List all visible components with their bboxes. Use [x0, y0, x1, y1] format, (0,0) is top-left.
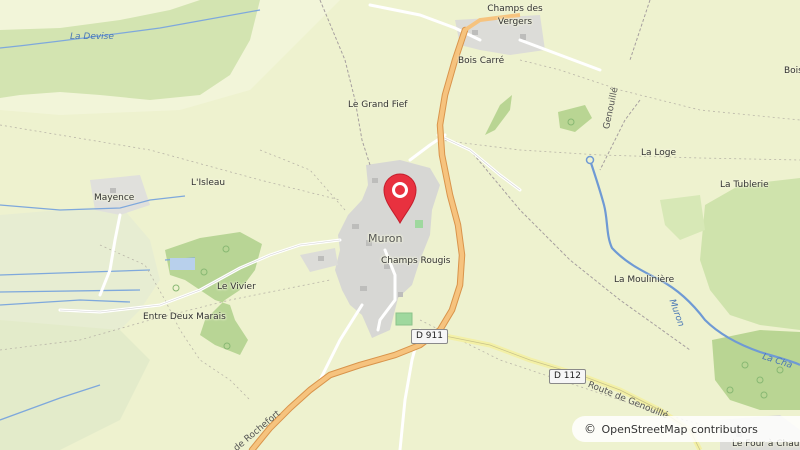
location-marker[interactable]	[382, 172, 418, 224]
road-shield-d911: D 911	[411, 329, 448, 344]
place-label-entre-deux-marais: Entre Deux Marais	[143, 312, 226, 322]
place-label-champs-des-vergers: Champs des Vergers	[487, 4, 543, 27]
place-label-la-tublerie: La Tublerie	[720, 180, 769, 190]
copyright-symbol: ©	[584, 422, 596, 436]
place-label-bois-carre: Bois Carré	[458, 56, 505, 66]
place-label-le-grand-fief: Le Grand Fief	[348, 100, 408, 110]
place-label-lisleau: L'Isleau	[191, 178, 226, 188]
place-label-muron: Muron	[368, 232, 403, 245]
place-label-mayence: Mayence	[94, 193, 135, 203]
map-base-layer	[0, 0, 800, 450]
map-canvas[interactable]: La Devise Champs des Vergers Bois Carré …	[0, 0, 800, 450]
place-label-bois-edge: Bois	[784, 66, 800, 76]
place-label-le-vivier: Le Vivier	[217, 282, 256, 292]
place-label-champs-rougis: Champs Rougis	[381, 256, 451, 266]
map-pin-icon	[383, 173, 417, 224]
waterway-label-la-devise: La Devise	[70, 32, 114, 42]
map-attribution[interactable]: © OpenStreetMap contributors	[572, 416, 800, 442]
place-label-la-loge: La Loge	[641, 148, 677, 158]
place-label-la-mouliniere: La Moulinière	[614, 275, 675, 285]
road-shield-d112: D 112	[549, 369, 586, 384]
attribution-text[interactable]: OpenStreetMap contributors	[602, 423, 758, 436]
